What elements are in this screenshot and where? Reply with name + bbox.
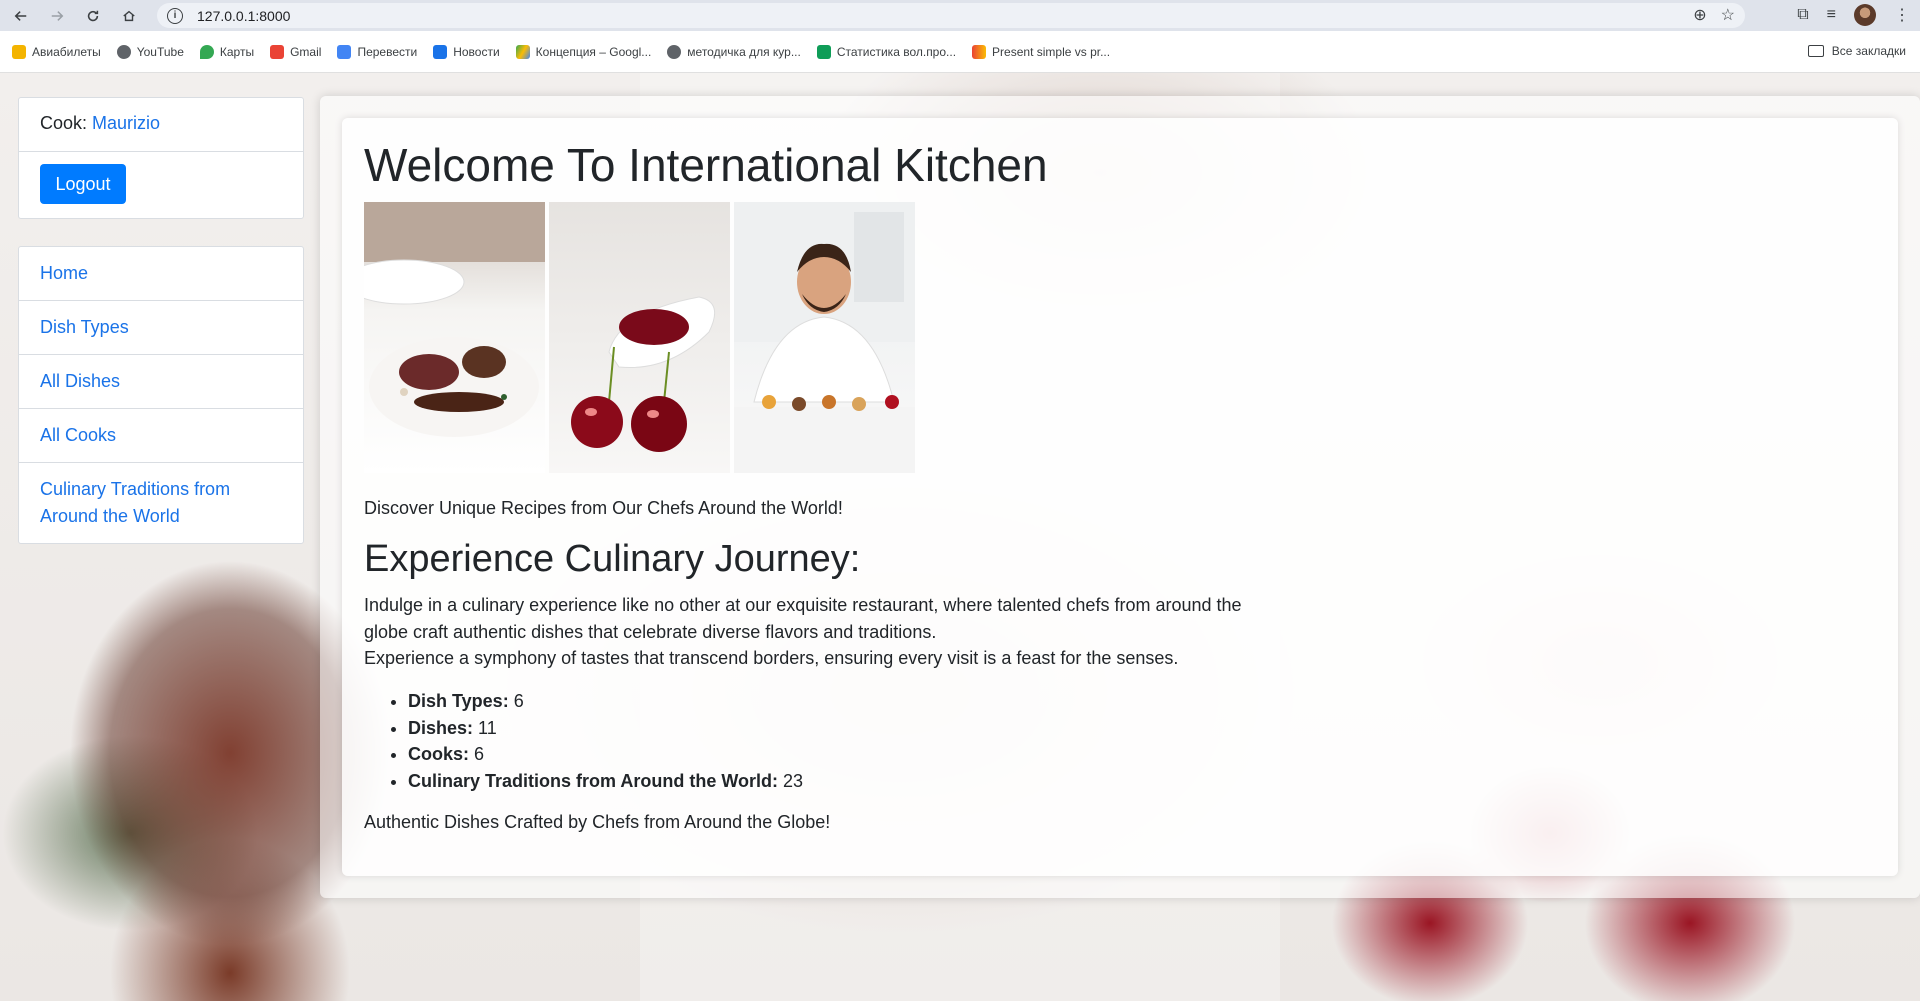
extensions-icon[interactable]: ⧉	[1797, 6, 1808, 24]
stats-list: Dish Types: 6 Dishes: 11 Cooks: 6 Culina…	[408, 688, 803, 794]
zoom-icon[interactable]: ⊕	[1693, 5, 1706, 25]
intro-line-1: Indulge in a culinary experience like no…	[364, 595, 1242, 642]
media-icon[interactable]: ≡	[1827, 6, 1836, 24]
browser-toolbar: i 127.0.0.1:8000 ⊕ ☆ ⧉ ≡ ⋮	[0, 0, 1920, 31]
maps-pin-icon	[199, 44, 214, 59]
discover-text: Discover Unique Recipes from Our Chefs A…	[364, 498, 843, 518]
sidebar-item-culinary-traditions[interactable]: Culinary Traditions from Around the Worl…	[19, 463, 303, 543]
docs-icon	[972, 44, 987, 59]
bookmark-item[interactable]: Новости	[433, 44, 500, 59]
bookmark-item[interactable]: Авиабилеты	[12, 44, 101, 59]
bookmark-item[interactable]: YouTube	[116, 44, 184, 59]
bookmark-item[interactable]: Present simple vs pr...	[972, 44, 1110, 59]
bookmark-item[interactable]: Gmail	[270, 44, 321, 59]
stat-dish-types: Dish Types: 6	[408, 688, 803, 715]
bookmark-item[interactable]: Концепция – Googl...	[515, 44, 651, 59]
bookmarks-bar: Авиабилеты YouTube Карты Gmail Перевести…	[0, 31, 1920, 73]
sidebar-item-all-dishes[interactable]: All Dishes	[19, 355, 303, 409]
sidebar-item-all-cooks[interactable]: All Cooks	[19, 409, 303, 463]
plane-icon	[12, 44, 26, 59]
translate-icon	[337, 44, 352, 59]
chef-photo	[734, 202, 915, 473]
url-text: 127.0.0.1:8000	[197, 7, 291, 24]
cook-name-link[interactable]: Maurizio	[92, 113, 160, 133]
bookmark-star-icon[interactable]: ☆	[1721, 5, 1735, 25]
bookmark-item[interactable]: методичка для кур...	[667, 44, 801, 59]
bookmark-item[interactable]: Статистика вол.про...	[816, 44, 956, 59]
intro-line-2: Experience a symphony of tastes that tra…	[364, 648, 1179, 668]
back-icon[interactable]	[10, 5, 32, 27]
user-card: Cook: Maurizio Logout	[18, 97, 304, 219]
cook-row: Cook: Maurizio	[19, 98, 303, 152]
gmail-icon	[270, 44, 285, 59]
stat-dishes: Dishes: 11	[408, 715, 803, 742]
intro-paragraph: Indulge in a culinary experience like no…	[364, 592, 1264, 672]
all-bookmarks[interactable]: Все закладки	[1807, 44, 1906, 58]
page-title: Welcome To International Kitchen	[364, 139, 1048, 191]
folder-icon	[1807, 45, 1824, 57]
stat-traditions: Culinary Traditions from Around the Worl…	[408, 768, 803, 795]
reload-icon[interactable]	[82, 5, 104, 27]
tagline-text: Authentic Dishes Crafted by Chefs from A…	[364, 812, 831, 832]
section-heading: Experience Culinary Journey:	[364, 538, 861, 580]
dish-photo-meat	[364, 202, 545, 473]
dish-photo-cherries	[549, 202, 730, 473]
bookmark-item[interactable]: Перевести	[337, 44, 417, 59]
bookmark-item[interactable]: Карты	[199, 44, 254, 59]
globe-icon	[667, 44, 682, 59]
stat-cooks: Cooks: 6	[408, 741, 803, 768]
home-icon[interactable]	[118, 5, 140, 27]
sidebar-nav: Home Dish Types All Dishes All Cooks Cul…	[18, 246, 304, 544]
sidebar-item-home[interactable]: Home	[19, 247, 303, 301]
news-icon	[433, 44, 448, 59]
forward-icon[interactable]	[46, 5, 68, 27]
profile-avatar[interactable]	[1854, 4, 1876, 26]
logout-button[interactable]: Logout	[40, 164, 126, 204]
menu-dots-icon[interactable]: ⋮	[1894, 5, 1910, 25]
address-bar[interactable]: i 127.0.0.1:8000 ⊕ ☆	[157, 3, 1745, 28]
sheets-icon	[816, 44, 831, 59]
sidebar-item-dish-types[interactable]: Dish Types	[19, 301, 303, 355]
drive-icon	[515, 44, 530, 59]
site-info-icon[interactable]: i	[167, 7, 183, 24]
globe-icon	[116, 44, 131, 59]
